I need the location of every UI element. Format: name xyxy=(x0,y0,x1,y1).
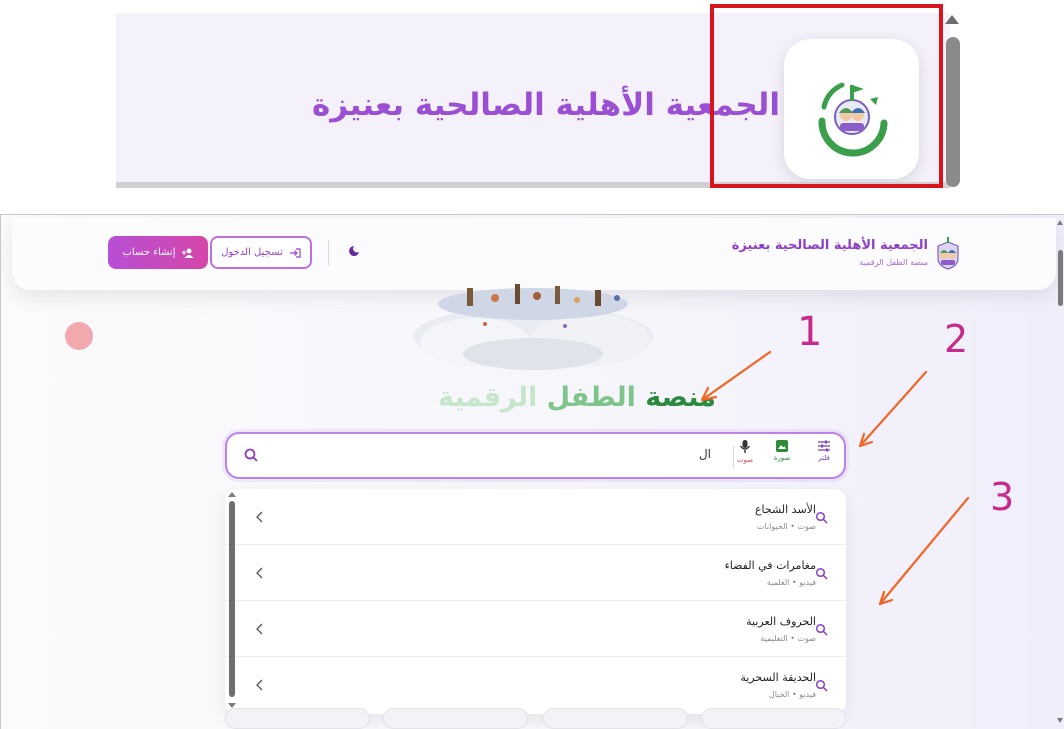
dropdown-scrollbar-thumb[interactable] xyxy=(229,501,235,697)
create-account-button[interactable]: إنشاء حساب xyxy=(108,236,208,269)
decorative-pink-dot xyxy=(65,322,93,350)
suggestion-title: الحروف العربية xyxy=(746,615,816,628)
content-card[interactable] xyxy=(701,708,846,729)
image-icon xyxy=(776,440,788,452)
annotated-screenshot: الجمعية الأهلية الصالحية بعنيزة إنشاء حس… xyxy=(0,0,1064,729)
image-search-label: صورة xyxy=(773,454,791,462)
zoom-scroll-up-arrow-icon[interactable] xyxy=(945,15,959,24)
page-scroll-up-arrow-icon[interactable] xyxy=(1057,220,1063,225)
search-icon[interactable] xyxy=(243,447,259,463)
hero-title-part-2: الطفل xyxy=(546,382,636,413)
search-icon xyxy=(815,511,828,524)
chevron-left-icon xyxy=(256,567,263,579)
hero-title: منصة الطفل الرقمية xyxy=(380,382,716,413)
create-account-label: إنشاء حساب xyxy=(122,247,176,258)
header-divider xyxy=(328,240,329,266)
dropdown-scroll-up-arrow-icon[interactable] xyxy=(228,492,236,497)
login-label: تسجيل الدخول xyxy=(221,247,283,258)
suggestion-meta: فيديو • العلمية xyxy=(766,578,816,587)
chevron-left-icon xyxy=(256,679,263,691)
suggestion-item[interactable]: الحروف العربية صوت • التعليمية xyxy=(225,601,846,657)
chevron-left-icon xyxy=(256,511,263,523)
voice-search-label: صوت xyxy=(736,456,754,464)
suggestion-title: الأسد الشجاع xyxy=(754,503,816,516)
suggestion-item[interactable]: الأسد الشجاع صوت • الحيوانات xyxy=(225,489,846,545)
brand-logo-icon[interactable] xyxy=(934,236,962,270)
hero-cloud-illustration xyxy=(413,284,653,370)
content-cards-row xyxy=(225,708,846,729)
logo-highlight-box xyxy=(710,4,943,188)
theme-toggle-moon-icon[interactable] xyxy=(348,245,360,257)
zoom-scrollbar-thumb[interactable] xyxy=(946,37,960,187)
microphone-icon xyxy=(739,440,751,453)
hero-title-part-1: منصة xyxy=(645,382,716,413)
brand-subtitle: منصة الطفل الرقمية xyxy=(859,258,928,267)
page-viewport: إنشاء حساب تسجيل الدخول الجمعية الأهلية … xyxy=(0,214,1064,729)
site-header: إنشاء حساب تسجيل الدخول الجمعية الأهلية … xyxy=(12,218,1056,290)
filter-sliders-icon xyxy=(818,440,830,452)
page-scroll-down-arrow-icon[interactable] xyxy=(1057,718,1063,723)
suggestion-item[interactable]: الحديقة السحرية فيديو • الخيال xyxy=(225,657,846,713)
login-button[interactable]: تسجيل الدخول xyxy=(210,236,312,269)
suggestion-title: مغامرات في الفضاء xyxy=(724,559,816,572)
suggestion-meta: فيديو • الخيال xyxy=(768,690,816,699)
search-icon xyxy=(815,623,828,636)
suggestion-meta: صوت • التعليمية xyxy=(760,634,816,643)
suggestion-item[interactable]: مغامرات في الفضاء فيديو • العلمية xyxy=(225,545,846,601)
add-user-icon xyxy=(181,248,193,258)
chevron-left-icon xyxy=(256,623,263,635)
voice-search-button[interactable]: صوت xyxy=(730,440,760,474)
search-suggestions-dropdown: الأسد الشجاع صوت • الحيوانات مغامرات في … xyxy=(225,489,846,714)
filter-button[interactable]: فلتر xyxy=(809,440,839,474)
image-search-button[interactable]: صورة xyxy=(767,440,797,474)
brand-title[interactable]: الجمعية الأهلية الصالحية بعنيزة xyxy=(732,238,928,253)
content-card[interactable] xyxy=(543,708,688,729)
search-icon xyxy=(815,679,828,692)
page-scrollbar-thumb[interactable] xyxy=(1058,250,1063,306)
search-icon xyxy=(815,567,828,580)
suggestion-title: الحديقة السحرية xyxy=(740,671,816,684)
search-input[interactable]: ال xyxy=(687,447,711,461)
suggestion-meta: صوت • الحيوانات xyxy=(756,522,816,531)
hero-title-part-3: الرقمية xyxy=(437,382,538,413)
search-bar[interactable]: ال صوت صورة فلتر xyxy=(225,432,846,479)
content-card[interactable] xyxy=(225,708,370,729)
filter-label: فلتر xyxy=(818,454,830,462)
login-icon xyxy=(289,247,301,258)
content-card[interactable] xyxy=(383,708,528,729)
